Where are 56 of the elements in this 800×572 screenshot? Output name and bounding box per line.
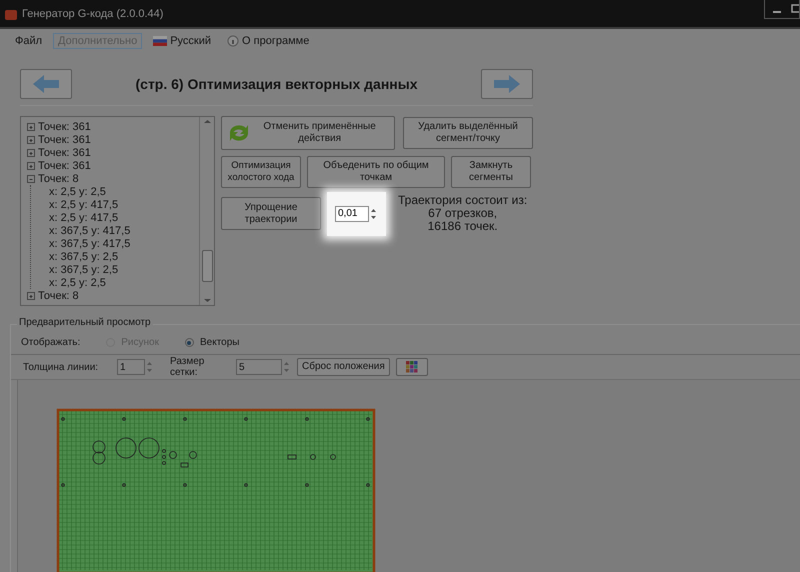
tree-item[interactable]: x: 2,5 y: 2,5 [49,276,130,289]
flag-icon [153,36,168,46]
tree-item[interactable]: x: 367,5 y: 2,5 [49,250,130,263]
scrollbar[interactable] [199,117,214,305]
group-title: Предварительный просмотр [17,317,153,328]
right-arrow-icon [492,74,522,94]
grid-size-label: Размер сетки: [170,356,206,378]
delete-segment-button[interactable]: Удалить выделённый сегмент/точку [403,117,533,149]
scroll-down-icon[interactable] [204,298,210,303]
expand-icon[interactable] [27,122,35,130]
back-button[interactable] [20,69,72,99]
expand-icon[interactable] [27,162,35,170]
simplify-button[interactable]: Упрощение траектории [221,197,321,230]
tree-item[interactable]: x: 2,5 y: 2,5 [49,185,130,198]
info-icon [227,35,240,47]
menu-item[interactable]: О программе [222,33,314,49]
spinner-arrows-icon[interactable] [369,206,378,220]
line-width-field[interactable]: 1 [117,359,145,375]
window-title: Генератор G-кода (2.0.0.44) [22,8,164,20]
tree-item[interactable]: Точек: 8 [27,289,199,302]
next-button[interactable] [481,69,533,99]
page-title: (стр. 6) Оптимизация векторных данных [134,76,418,92]
collapse-icon[interactable] [27,174,35,182]
radio-option[interactable]: Векторы [184,337,240,348]
show-label: Отображать: [21,337,80,348]
idle-optimization-button[interactable]: Оптимизация холостого хода [221,156,301,188]
line-width-label: Толщина линии: [23,362,100,372]
tolerance-field[interactable]: 0,01 [335,206,369,222]
reset-position-button[interactable]: Сброс положения [297,358,390,376]
expand-icon[interactable] [27,148,35,156]
color-palette-button[interactable] [396,358,428,376]
summary-text: Траектория состоит из: [398,194,528,207]
tree-item[interactable]: Точек: 361 [27,159,199,172]
grid-size-field[interactable]: 5 [236,359,282,375]
scroll-up-icon[interactable] [204,119,210,124]
summary-text: 16186 точек. [428,220,498,233]
left-arrow-icon [31,74,61,94]
tree-item[interactable]: Точек: 8 [27,172,199,185]
tree-item[interactable]: Точек: 361 [27,133,199,146]
tree-item[interactable]: Точек: 361 [27,146,199,159]
summary-text: 67 отрезков, [428,207,498,220]
expand-icon[interactable] [27,136,35,144]
merge-button[interactable]: Объеденить по общим точкам [307,156,445,188]
tree-item[interactable]: x: 2,5 y: 417,5 [49,198,130,211]
palette-grid-icon [406,361,418,373]
tree-item[interactable]: x: 367,5 y: 417,5 [49,224,130,237]
close-segments-button[interactable]: Замкнуть сегменты [451,156,531,188]
tree-item[interactable]: Точек: 361 [27,120,199,133]
tree-item[interactable]: x: 367,5 y: 2,5 [49,263,130,276]
tree-item[interactable]: x: 367,5 y: 417,5 [49,237,130,250]
undo-button[interactable]: Отменить применённые действия [221,116,395,150]
expand-icon[interactable] [27,292,35,300]
menu-item[interactable]: Файл [10,33,48,49]
scroll-thumb[interactable] [202,250,212,282]
menu-item[interactable]: Русский [148,33,216,49]
tree-item[interactable]: x: 2,5 y: 417,5 [49,211,130,224]
